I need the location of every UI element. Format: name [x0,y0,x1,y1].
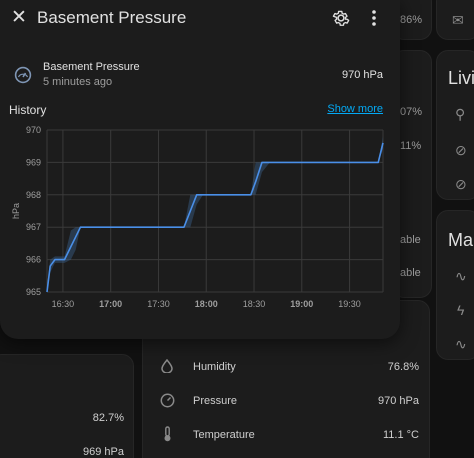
thermometer-icon [164,426,171,442]
water-drop-icon [161,359,173,373]
entity-last-changed: 5 minutes ago [43,76,113,88]
x-tick-label: 17:00 [99,299,122,309]
x-tick-label: 16:30 [52,299,75,309]
x-tick-label: 18:00 [195,299,218,309]
y-tick-label: 966 [26,255,41,265]
y-tick-label: 968 [26,190,41,200]
plug-off-icon: ⊘ [455,142,467,158]
plug-icon: ⚲ [455,106,466,122]
x-tick-label: 19:00 [290,299,313,309]
more-info-dialog: ✕ Basement Pressure Basement Pressure 5 … [0,0,400,339]
bg-card-left-bottom [0,354,134,458]
sine-wave-icon: ∿ [455,268,467,284]
bg-card-living-title: Livi [448,68,474,88]
y-axis-title: hPa [11,203,21,219]
plug-off-icon: ⊘ [455,176,467,192]
x-tick-label: 18:30 [243,299,266,309]
close-icon[interactable]: ✕ [9,8,29,28]
bg-living-value: 07% [400,106,423,118]
history-heading: History [9,103,47,117]
gauge-icon [160,393,175,408]
x-tick-label: 19:30 [338,299,361,309]
more-vertical-icon[interactable] [366,8,382,28]
dialog-title: Basement Pressure [37,8,187,27]
sensor-row-value: 76.8% [387,361,419,373]
y-tick-label: 969 [26,157,41,167]
bg-living-value: 11% [400,140,422,152]
sensor-row-label: Temperature [193,429,255,441]
pressure-history-chart[interactable]: 965 966 967 968 969 970 16:30 17:00 17:30 18:00 18… [0,118,400,318]
y-tick-label: 970 [26,125,41,135]
bg-left-value: 82.7% [92,412,124,424]
mail-icon: ✉ [452,12,464,28]
x-tick-label: 17:30 [147,299,170,309]
sensor-row-value: 970 hPa [378,395,419,407]
show-more-link[interactable]: Show more [327,103,383,115]
gear-icon[interactable] [331,8,351,28]
bg-card-ma-title: Ma [448,230,474,250]
sensor-row-value: 11.1 °C [383,429,419,441]
bg-left-value: 969 hPa [83,446,124,458]
bg-living-value: able [400,267,421,279]
y-tick-label: 965 [26,287,41,297]
series-min-max-band [47,136,383,292]
sine-wave-icon: ∿ [455,336,467,352]
lightning-icon: ϟ [457,302,465,318]
entity-name: Basement Pressure [43,61,140,73]
gauge-icon [14,66,32,84]
bg-living-value: able [400,234,421,246]
entity-state: 970 hPa [342,69,383,81]
sensor-row-label: Pressure [193,395,238,407]
bg-top-right-value: 86% [400,14,423,26]
sensor-row-label: Humidity [193,361,236,373]
series-line [46,142,384,293]
y-tick-label: 967 [26,222,41,232]
